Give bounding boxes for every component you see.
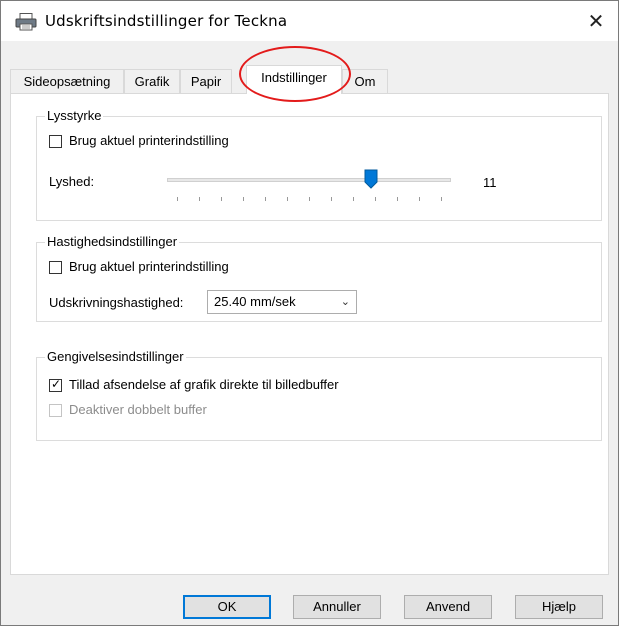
close-button[interactable]: ✕: [574, 1, 618, 41]
speed-checkbox-label: Brug aktuel printerindstilling: [69, 259, 229, 274]
tab-grafik[interactable]: Grafik: [124, 69, 180, 93]
brightness-checkbox-label: Brug aktuel printerindstilling: [69, 133, 229, 148]
speed-group: Hastighedsindstillinger Brug aktuel prin…: [36, 234, 602, 322]
direct-to-framebuffer-checkbox[interactable]: ✓: [49, 377, 62, 392]
rendering-group-label: Gengivelsesindstillinger: [45, 349, 186, 365]
brightness-group-label: Lysstyrke: [45, 108, 104, 124]
speed-select-value: 25.40 mm/sek: [214, 294, 296, 309]
speed-group-label: Hastighedsindstillinger: [45, 234, 180, 250]
apply-button[interactable]: Anvend: [404, 595, 492, 619]
window-title: Udskriftsindstillinger for Teckna: [45, 12, 288, 30]
print-settings-dialog: Udskriftsindstillinger for Teckna ✕ Side…: [0, 0, 619, 626]
annotation-circle: [239, 46, 351, 102]
help-button[interactable]: Hjælp: [515, 595, 603, 619]
disable-double-buffer-checkbox[interactable]: [49, 404, 62, 417]
tab-sideopsaetning[interactable]: Sideopsætning: [10, 69, 124, 93]
brightness-slider-label: Lyshed:: [49, 174, 95, 189]
ok-button[interactable]: OK: [183, 595, 271, 619]
title-bar: Udskriftsindstillinger for Teckna ✕: [1, 1, 618, 41]
cancel-button[interactable]: Annuller: [293, 595, 381, 619]
rendering-group: Gengivelsesindstillinger ✓ Tillad afsend…: [36, 349, 602, 441]
printer-icon: [15, 13, 37, 31]
disable-double-buffer-label: Deaktiver dobbelt buffer: [69, 402, 207, 417]
speed-select[interactable]: 25.40 mm/sek ⌄: [207, 290, 357, 314]
brightness-slider-thumb[interactable]: [364, 169, 378, 189]
brightness-slider-track[interactable]: [167, 178, 451, 182]
brightness-value: 11: [483, 175, 497, 190]
direct-to-framebuffer-label: Tillad afsendelse af grafik direkte til …: [69, 377, 339, 392]
brightness-group: Lysstyrke Brug aktuel printerindstilling…: [36, 108, 602, 221]
settings-panel: Lysstyrke Brug aktuel printerindstilling…: [10, 93, 609, 575]
checkmark-icon: ✓: [51, 377, 62, 391]
brightness-use-printer-checkbox[interactable]: [49, 135, 62, 148]
speed-use-printer-checkbox[interactable]: [49, 261, 62, 274]
chevron-down-icon: ⌄: [340, 296, 350, 308]
speed-select-label: Udskrivningshastighed:: [49, 295, 184, 310]
tab-papir[interactable]: Papir: [180, 69, 232, 93]
